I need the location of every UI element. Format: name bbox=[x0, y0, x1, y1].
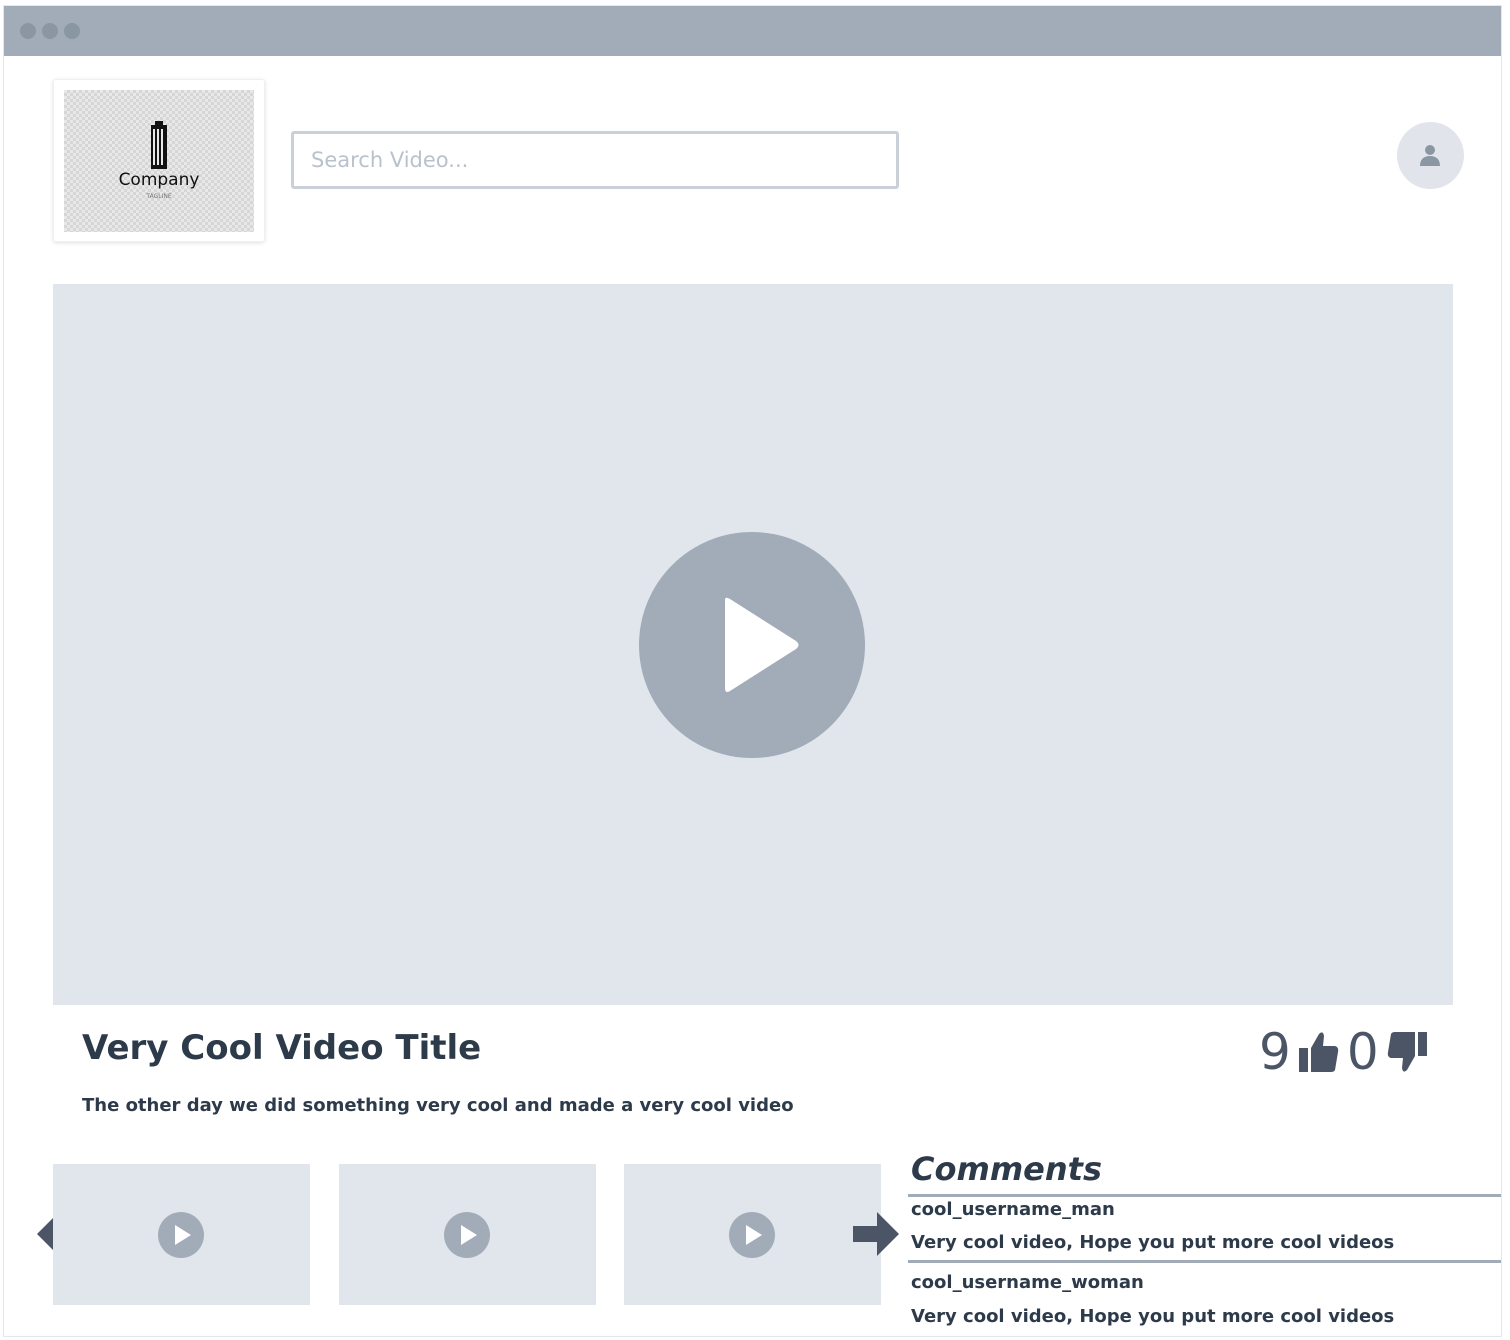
video-description: The other day we did something very cool… bbox=[82, 1095, 794, 1116]
comment-text: Very cool video, Hope you put more cool … bbox=[911, 1232, 1395, 1253]
arrow-right-icon[interactable] bbox=[853, 1212, 899, 1256]
comment-username[interactable]: cool_username_man bbox=[911, 1199, 1115, 1220]
play-icon[interactable] bbox=[639, 532, 865, 758]
related-video-3[interactable] bbox=[624, 1164, 881, 1305]
play-icon bbox=[158, 1212, 204, 1258]
comments-divider bbox=[908, 1194, 1501, 1197]
window-minimize-dot[interactable] bbox=[42, 23, 58, 39]
logo-name: Company bbox=[118, 170, 200, 190]
search-input[interactable] bbox=[291, 131, 899, 189]
comment-divider bbox=[908, 1260, 1501, 1263]
comment-text: Very cool video, Hope you put more cool … bbox=[911, 1306, 1395, 1327]
logo-tagline: TAGLINE bbox=[146, 193, 172, 200]
comments-heading: Comments bbox=[911, 1150, 1102, 1188]
rating-bar: 9 0 bbox=[1259, 1026, 1429, 1078]
logo-image: Company TAGLINE bbox=[64, 90, 254, 232]
browser-window: Company TAGLINE Very Cool Video Title Th… bbox=[3, 5, 1502, 1337]
company-logo[interactable]: Company TAGLINE bbox=[53, 79, 265, 242]
window-maximize-dot[interactable] bbox=[64, 23, 80, 39]
thumbs-down-icon[interactable] bbox=[1385, 1030, 1429, 1074]
user-avatar[interactable] bbox=[1397, 122, 1464, 189]
comment-username[interactable]: cool_username_woman bbox=[911, 1272, 1144, 1293]
related-video-1[interactable] bbox=[53, 1164, 310, 1305]
play-icon bbox=[729, 1212, 775, 1258]
related-video-2[interactable] bbox=[339, 1164, 596, 1305]
user-icon bbox=[1420, 145, 1440, 166]
play-icon bbox=[444, 1212, 490, 1258]
like-count: 9 bbox=[1259, 1023, 1291, 1081]
window-titlebar bbox=[4, 6, 1501, 56]
window-close-dot[interactable] bbox=[20, 23, 36, 39]
video-title: Very Cool Video Title bbox=[82, 1028, 482, 1068]
dislike-count: 0 bbox=[1346, 1023, 1379, 1081]
thumbs-up-icon[interactable] bbox=[1297, 1030, 1341, 1074]
video-player[interactable] bbox=[53, 284, 1453, 1005]
building-icon bbox=[151, 121, 167, 169]
